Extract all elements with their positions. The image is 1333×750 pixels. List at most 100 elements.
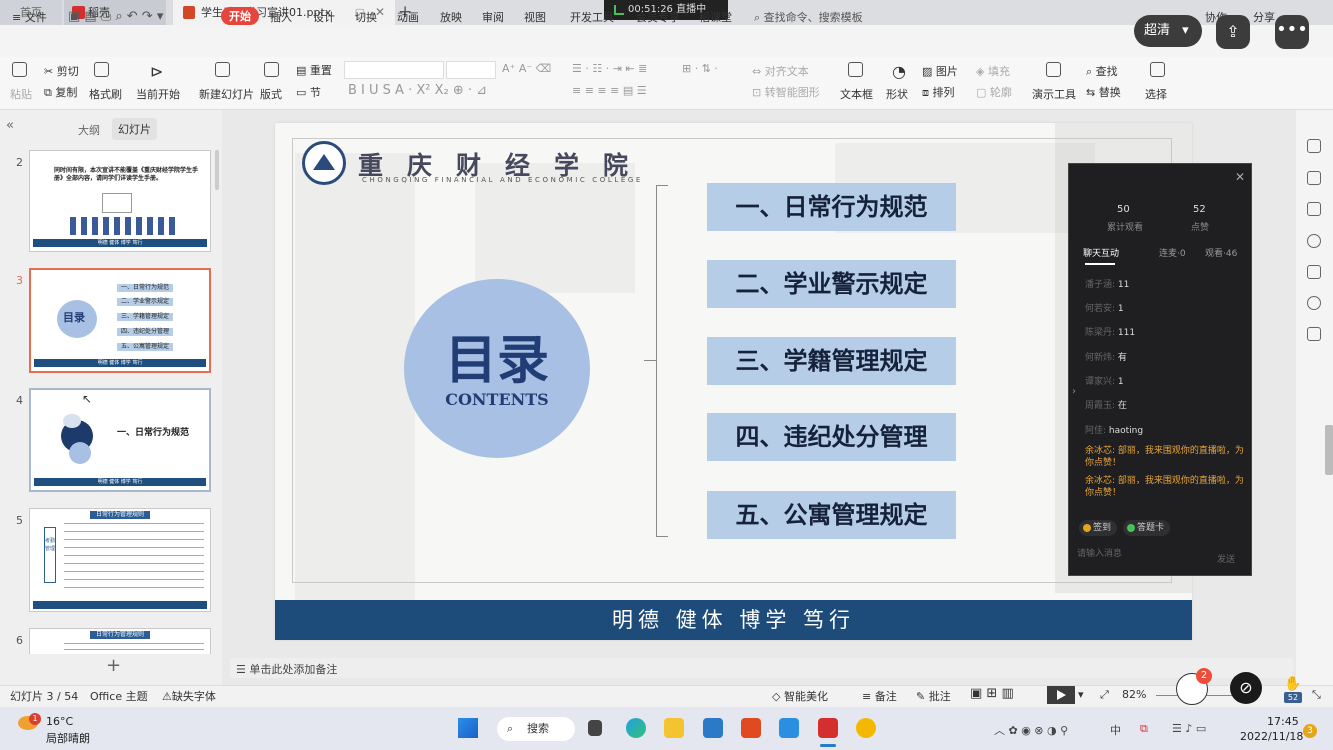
- quick-access-icons[interactable]: ▣ ▤ ⎙ ⌕ ↶ ↷ ▾: [68, 9, 163, 24]
- help-icon[interactable]: [1307, 234, 1321, 248]
- play-from-current-icon[interactable]: ⊳: [150, 62, 163, 81]
- fit-window-icon[interactable]: ⤢: [1100, 688, 1109, 702]
- text-format-buttons[interactable]: B I U S A · X² X₂ ⊕ · ⊿: [348, 83, 487, 98]
- section-button[interactable]: ▭ 节: [296, 84, 321, 100]
- stream-quality-button[interactable]: 超清 ▾: [1134, 15, 1202, 47]
- menu-file[interactable]: ≡ 文件: [12, 9, 47, 25]
- signin-button[interactable]: 签到: [1079, 520, 1118, 536]
- format-painter-label[interactable]: 格式刷: [89, 86, 122, 102]
- menu-review[interactable]: 审阅: [482, 9, 504, 25]
- replace-button[interactable]: ⇆ 替换: [1086, 84, 1121, 100]
- chat-input[interactable]: 请输入消息: [1077, 546, 1122, 559]
- copy-button[interactable]: ⧉ 复制: [44, 84, 77, 100]
- paste-button[interactable]: [12, 62, 29, 77]
- list-buttons[interactable]: ☰ · ☷ · ⇥ ⇤ ≣: [572, 62, 647, 75]
- missing-font-button[interactable]: ⚠缺失字体: [162, 688, 216, 704]
- tab-mic[interactable]: 连麦·0: [1159, 246, 1186, 259]
- like-hand-icon[interactable]: ✋: [1284, 676, 1301, 692]
- answer-card-button[interactable]: 答题卡: [1123, 520, 1171, 536]
- command-search[interactable]: ⌕ 查找命令、搜索模板: [754, 9, 863, 25]
- theme-name[interactable]: Office 主题: [90, 688, 148, 704]
- layout-button[interactable]: 版式: [260, 86, 282, 102]
- menu-insert[interactable]: 插入: [270, 9, 292, 25]
- select-button[interactable]: 选择: [1145, 86, 1167, 102]
- text-direction-button[interactable]: ⊞ · ⇅ ·: [682, 62, 718, 75]
- close-icon[interactable]: ✕: [1235, 170, 1245, 184]
- smart-beautify-button[interactable]: ◇ 智能美化: [772, 688, 828, 704]
- tab-chat[interactable]: 聊天互动: [1083, 246, 1119, 259]
- zoom-level[interactable]: 82%: [1122, 688, 1146, 701]
- notification-count-badge[interactable]: 3: [1303, 724, 1317, 738]
- menu-slideshow[interactable]: 放映: [440, 9, 462, 25]
- textbox-button[interactable]: 文本框: [840, 86, 873, 102]
- present-tools-icon[interactable]: [1046, 62, 1063, 77]
- wps-tray-icon[interactable]: ⧉: [1140, 722, 1148, 736]
- menu-view[interactable]: 视图: [524, 9, 546, 25]
- cut-button[interactable]: ✂ 剪切: [44, 63, 79, 79]
- smartart-button[interactable]: ⊡ 转智能图形: [752, 84, 820, 100]
- settings-sliders-icon[interactable]: [1307, 139, 1321, 153]
- format-painter-icon[interactable]: [94, 62, 111, 77]
- right-scrollbar[interactable]: [1325, 425, 1333, 475]
- find-button[interactable]: ⌕ 查找: [1086, 63, 1118, 79]
- outline-button[interactable]: ▢ 轮廓: [976, 84, 1012, 100]
- location-pin-icon[interactable]: [1307, 296, 1321, 310]
- view-mode-buttons[interactable]: ▣ ⊞ ▥: [970, 686, 1014, 701]
- notes-input[interactable]: ☰ 单击此处添加备注: [236, 661, 337, 677]
- mail-icon[interactable]: [703, 718, 723, 738]
- thumbnail-scrollbar[interactable]: [215, 150, 219, 190]
- menu-transition[interactable]: 切换: [355, 9, 377, 25]
- align-buttons[interactable]: ≡ ≡ ≡ ≡ ▤ ☰: [572, 84, 647, 97]
- wps-app-icon[interactable]: [818, 718, 838, 738]
- media-icon[interactable]: [1307, 265, 1321, 279]
- collapse-pane-icon[interactable]: «: [6, 118, 14, 133]
- slide-thumbnail-4[interactable]: 一、日常行为规范 明德 健体 博学 笃行: [29, 388, 211, 492]
- layout-icon[interactable]: [264, 62, 281, 77]
- tab-outline[interactable]: 大纲: [78, 122, 100, 138]
- shape-icon[interactable]: ◔: [892, 62, 906, 81]
- file-explorer-icon[interactable]: [664, 718, 684, 738]
- share-screen-icon[interactable]: ⇪: [1216, 15, 1250, 49]
- windows-start-icon[interactable]: [458, 718, 478, 738]
- document-icon[interactable]: [1307, 327, 1321, 341]
- textbox-icon[interactable]: [848, 62, 865, 77]
- font-size-controls[interactable]: A⁺ A⁻ ⌫: [502, 62, 551, 75]
- office-icon[interactable]: [741, 718, 761, 738]
- new-slide-icon[interactable]: [215, 62, 232, 77]
- taskbar-search[interactable]: ⌕ 搜索: [497, 717, 575, 741]
- chat-expand-icon[interactable]: ›: [1072, 386, 1076, 397]
- clock-date[interactable]: 2022/11/18: [1240, 730, 1303, 743]
- link-icon[interactable]: ⊘: [1230, 672, 1262, 704]
- arrange-button[interactable]: ⧈ 排列: [922, 84, 955, 100]
- present-tools-button[interactable]: 演示工具: [1032, 86, 1076, 102]
- more-options-icon[interactable]: •••: [1275, 15, 1309, 49]
- from-current-button[interactable]: 当前开始: [136, 86, 180, 102]
- weather-description[interactable]: 局部晴朗: [46, 730, 90, 746]
- live-app-icon[interactable]: [856, 718, 876, 738]
- star-shape-icon[interactable]: [1307, 171, 1321, 185]
- slide-thumbnail-2[interactable]: 同时间有限，本次宣讲不能覆盖《重庆财经学院学生手册》全部内容，请同学们详读学生手…: [29, 150, 211, 252]
- font-family-select[interactable]: [344, 61, 444, 79]
- expand-icon[interactable]: ⤡: [1312, 688, 1321, 702]
- tray-icons[interactable]: ︿ ✿ ◉ ⊗ ◑ ⚲: [994, 722, 1068, 738]
- slide-thumbnail-6[interactable]: 日常行为管理规则: [29, 628, 211, 654]
- shape-button[interactable]: 形状: [886, 86, 908, 102]
- chat-send-button[interactable]: 发送: [1217, 552, 1235, 565]
- add-slide-icon[interactable]: +: [106, 655, 121, 676]
- menu-start[interactable]: 开始: [221, 7, 259, 25]
- comments-button[interactable]: ✎ 批注: [916, 688, 951, 704]
- tencent-meeting-icon[interactable]: [779, 718, 799, 738]
- clock-time[interactable]: 17:45: [1267, 715, 1299, 728]
- align-text-button[interactable]: ⇔ 对齐文本: [752, 63, 809, 79]
- reset-button[interactable]: ▤ 重置: [296, 62, 332, 78]
- task-view-icon[interactable]: [588, 720, 602, 736]
- weather-temperature[interactable]: 16°C: [46, 715, 73, 728]
- menu-developer[interactable]: 开发工具: [570, 9, 614, 25]
- menu-member[interactable]: 会员专享: [636, 9, 680, 25]
- tab-viewers[interactable]: 观看·46: [1205, 246, 1237, 259]
- notes-toggle-button[interactable]: ≡ 备注: [862, 688, 897, 704]
- slide-thumbnail-3[interactable]: 目录 一、日常行为规范 二、学业警示规定 三、学籍管理规定 四、违纪处分管理 五…: [29, 268, 211, 373]
- tab-slides[interactable]: 幻灯片: [112, 118, 157, 140]
- network-volume-icons[interactable]: ☰ ♪ ▭: [1172, 722, 1206, 735]
- slide-thumbnail-5[interactable]: 日常行为管理规则 考勤管理: [29, 508, 211, 612]
